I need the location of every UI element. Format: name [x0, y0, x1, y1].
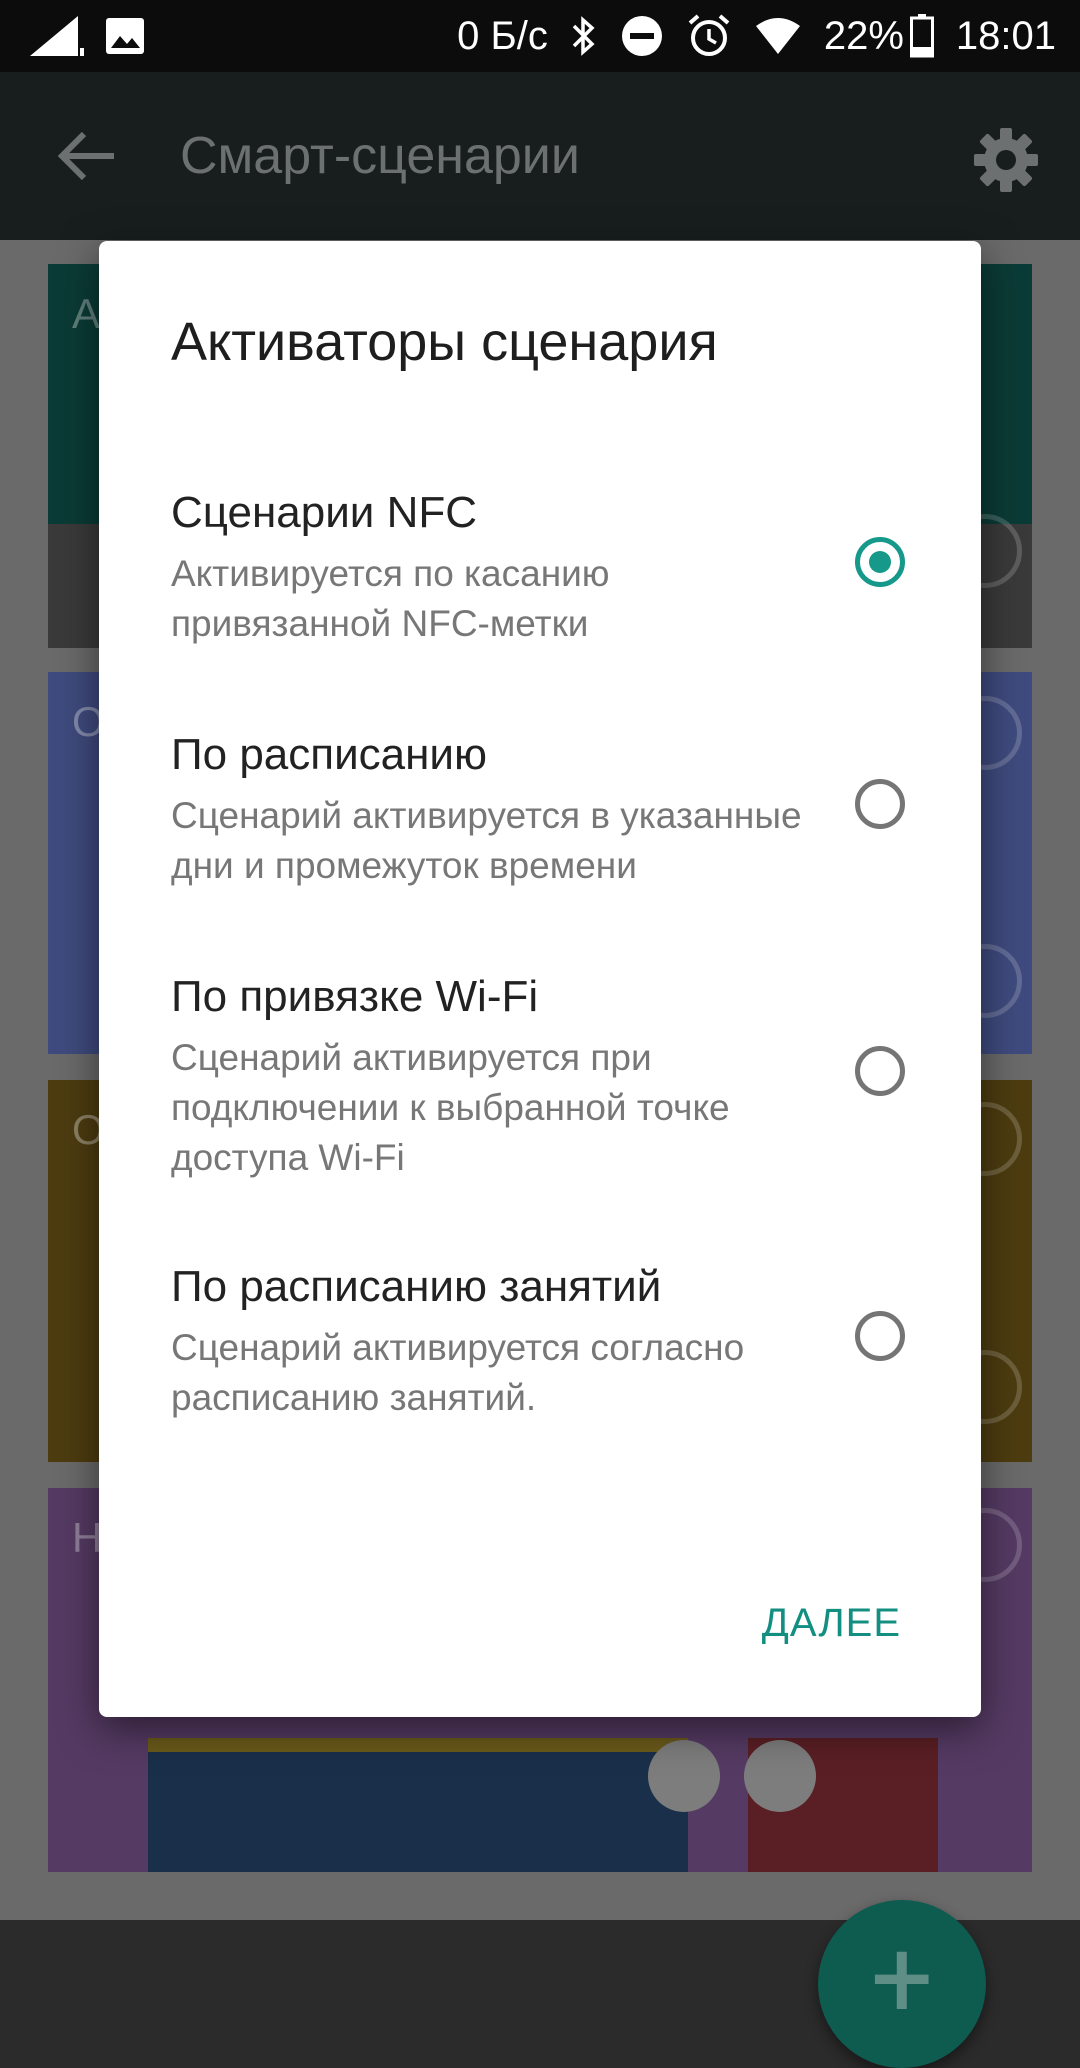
battery-percent: 22% [823, 13, 904, 58]
signal-icon [30, 16, 84, 56]
option-schedule[interactable]: По расписанию Сценарий активируется в ук… [171, 727, 931, 891]
alarm-icon [688, 14, 730, 56]
radio-wifi[interactable] [855, 1046, 905, 1096]
option-subtitle: Сценарий активируется при подключении к … [171, 1037, 730, 1178]
dialog-title: Активаторы сценария [171, 312, 718, 372]
option-class-schedule[interactable]: По расписанию занятий Сценарий активируе… [171, 1259, 931, 1423]
airplane-mode-icon [648, 1740, 720, 1812]
dnd-icon [621, 16, 662, 56]
option-subtitle: Активируется по касанию привязанной NFC-… [171, 553, 610, 644]
option-title: Сценарии NFC [171, 488, 478, 537]
back-arrow-icon[interactable] [52, 120, 124, 192]
option-nfc[interactable]: Сценарии NFC Активируется по касанию при… [171, 485, 931, 649]
option-subtitle: Сценарий активируется в указанные дни и … [171, 795, 802, 886]
card-illustration [148, 1738, 688, 1872]
activators-dialog: Активаторы сценария Сценарии NFC Активир… [99, 241, 981, 1717]
status-bar: 0 Б/с 22% 18:01 [0, 0, 1080, 72]
option-title: По расписанию [171, 730, 488, 779]
radio-schedule[interactable] [855, 779, 905, 829]
battery-icon [909, 14, 934, 58]
radio-nfc[interactable] [855, 537, 905, 587]
toolbar-title: Смарт-сценарии [180, 127, 580, 185]
mute-icon [744, 1740, 816, 1812]
gear-icon[interactable] [970, 124, 1042, 196]
app-toolbar: Смарт-сценарии [0, 72, 1080, 240]
wifi-icon [755, 18, 800, 54]
option-title: По привязке Wi-Fi [171, 972, 539, 1021]
option-subtitle: Сценарий активируется согласно расписани… [171, 1327, 745, 1418]
net-speed: 0 Б/с [457, 13, 548, 58]
next-button[interactable]: ДАЛЕЕ [752, 1593, 911, 1654]
image-icon [106, 18, 144, 54]
radio-class-schedule[interactable] [855, 1311, 905, 1361]
add-scenario-button[interactable]: + [818, 1900, 986, 2068]
bluetooth-icon [572, 16, 595, 56]
option-title: По расписанию занятий [171, 1262, 662, 1311]
clock: 18:01 [955, 13, 1056, 58]
option-wifi[interactable]: По привязке Wi-Fi Сценарий активируется … [171, 969, 931, 1183]
